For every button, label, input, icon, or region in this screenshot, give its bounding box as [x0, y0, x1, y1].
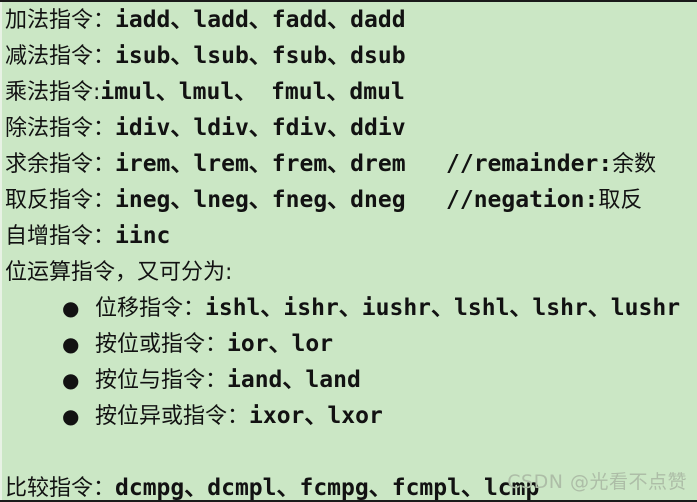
instruction-label-neg: 取反指令： — [5, 188, 116, 213]
instruction-ops-rem: irem、lrem、frem、drem — [115, 151, 406, 177]
instruction-ops-add: iadd、ladd、fadd、dadd — [115, 7, 406, 33]
instruction-label-inc: 自增指令： — [5, 224, 116, 249]
comment-remainder-code: //remainder: — [446, 151, 613, 177]
instruction-label-mul: 乘法指令: — [5, 80, 101, 105]
instruction-ops-sub: isub、lsub、fsub、dsub — [115, 43, 406, 69]
list-item: ● 按位异或指令：ixor、lxor — [0, 398, 697, 434]
bitwise-heading-text: 位运算指令，又可分为: — [5, 260, 233, 285]
list-item: ● 位移指令：ishl、ishr、iushr、lshl、lshr、lushr — [0, 290, 697, 326]
list-item: ● 按位与指令：iand、land — [0, 362, 697, 398]
slide-content: 加法指令：iadd、ladd、fadd、dadd 减法指令：isub、lsub、… — [0, 2, 697, 501]
instruction-label-add: 加法指令： — [5, 8, 116, 33]
comment-negation-code: //negation: — [446, 187, 599, 213]
instruction-ops-inc: iinc — [115, 223, 171, 249]
instruction-line-div: 除法指令：idiv、ldiv、fdiv、ddiv — [0, 110, 697, 146]
bullet-label-shift: 位移指令： — [95, 296, 206, 321]
bullet-ops-xor: ixor、lxor — [249, 403, 383, 429]
arithmetic-instruction-list: 加法指令：iadd、ladd、fadd、dadd 减法指令：isub、lsub、… — [0, 2, 697, 254]
bullet-ops-shift: ishl、ishr、iushr、lshl、lshr、lushr — [205, 295, 681, 321]
csdn-watermark: CSDN @光看不点赞 — [507, 471, 687, 493]
comment-remainder-cn: 余数 — [612, 152, 657, 177]
bullet-icon: ● — [62, 296, 80, 320]
bullet-icon: ● — [62, 404, 80, 428]
bullet-label-xor: 按位异或指令： — [95, 404, 250, 429]
list-item: ● 按位或指令：ior、lor — [0, 326, 697, 362]
bullet-icon: ● — [62, 368, 80, 392]
bullet-ops-and: iand、land — [227, 367, 361, 393]
instruction-label-rem: 求余指令： — [5, 152, 116, 177]
instruction-label-div: 除法指令： — [5, 116, 116, 141]
bullet-label-or: 按位或指令： — [95, 332, 228, 357]
blank-line-spacer — [0, 434, 697, 470]
instruction-ops-compare: dcmpg、dcmpl、fcmpg、fcmpl、lcmp — [115, 475, 540, 501]
instruction-ops-mul: imul、lmul、 fmul、dmul — [100, 79, 405, 105]
bitwise-instruction-list: ● 位移指令：ishl、ishr、iushr、lshl、lshr、lushr ●… — [0, 290, 697, 434]
instruction-label-sub: 减法指令： — [5, 44, 116, 69]
instruction-line-add: 加法指令：iadd、ladd、fadd、dadd — [0, 2, 697, 38]
comment-remainder: //remainder:余数 — [446, 146, 656, 178]
instruction-line-inc: 自增指令：iinc — [0, 218, 697, 254]
comment-negation-cn: 取反 — [598, 188, 643, 213]
instruction-ops-div: idiv、ldiv、fdiv、ddiv — [115, 115, 406, 141]
slide-canvas: 加法指令：iadd、ladd、fadd、dadd 减法指令：isub、lsub、… — [0, 0, 697, 502]
instruction-label-compare: 比较指令： — [5, 476, 116, 501]
bitwise-heading: 位运算指令，又可分为: — [0, 254, 697, 290]
instruction-ops-neg: ineg、lneg、fneg、dneg — [115, 187, 406, 213]
instruction-line-mul: 乘法指令:imul、lmul、 fmul、dmul — [0, 74, 697, 110]
bullet-icon: ● — [62, 332, 80, 356]
instruction-line-sub: 减法指令：isub、lsub、fsub、dsub — [0, 38, 697, 74]
comment-negation: //negation:取反 — [446, 182, 642, 214]
bullet-ops-or: ior、lor — [227, 331, 334, 357]
bullet-label-and: 按位与指令： — [95, 368, 228, 393]
